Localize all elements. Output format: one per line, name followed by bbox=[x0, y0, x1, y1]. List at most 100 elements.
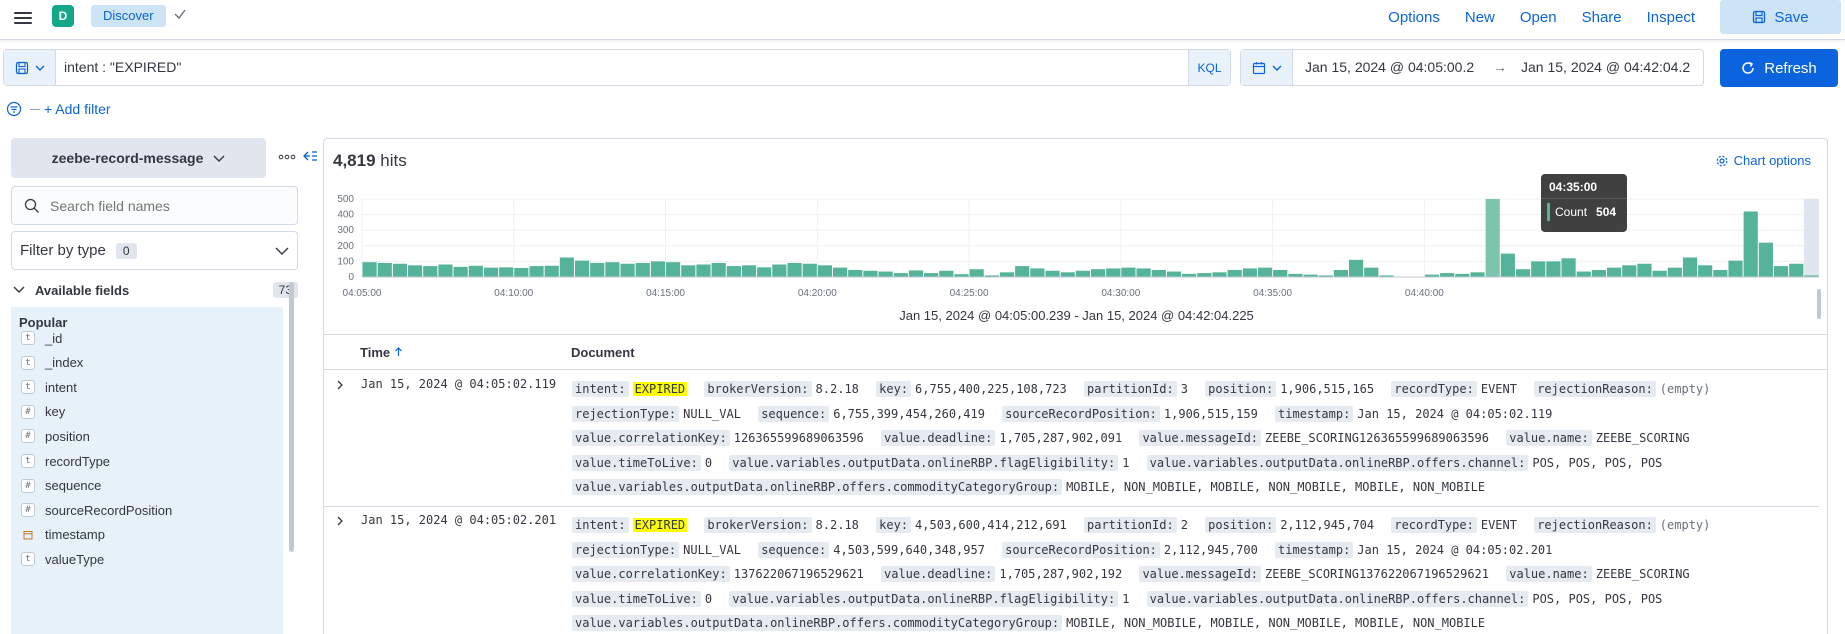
histogram-bar[interactable] bbox=[453, 266, 468, 277]
histogram-bar[interactable] bbox=[1743, 211, 1758, 277]
histogram-bar[interactable] bbox=[605, 262, 620, 277]
histogram-bar[interactable] bbox=[590, 262, 605, 277]
field-item[interactable]: t _index bbox=[21, 352, 83, 374]
histogram-bar[interactable] bbox=[681, 265, 696, 277]
histogram-bar[interactable] bbox=[848, 269, 863, 277]
histogram-bar[interactable] bbox=[969, 269, 984, 277]
histogram-bar[interactable] bbox=[1136, 268, 1151, 277]
sidebar-scrollbar[interactable] bbox=[289, 282, 294, 552]
histogram-bar[interactable] bbox=[1121, 267, 1136, 277]
field-item[interactable]: t _id bbox=[21, 327, 62, 349]
time-column-header[interactable]: Time bbox=[360, 345, 403, 360]
histogram-bar[interactable] bbox=[1698, 265, 1713, 277]
histogram-bar[interactable] bbox=[1166, 271, 1182, 277]
histogram-bar[interactable] bbox=[1713, 269, 1728, 277]
histogram-bar[interactable] bbox=[1546, 261, 1561, 277]
histogram-bar[interactable] bbox=[1106, 268, 1121, 277]
filter-by-type-button[interactable]: Filter by type 0 bbox=[11, 231, 298, 270]
field-item[interactable]: # sequence bbox=[21, 475, 101, 497]
histogram-bar[interactable] bbox=[1652, 270, 1667, 277]
field-item[interactable]: t intent bbox=[21, 376, 77, 398]
histogram-bar[interactable] bbox=[1607, 267, 1622, 277]
new-link[interactable]: New bbox=[1465, 9, 1495, 26]
histogram-bar[interactable] bbox=[650, 261, 666, 277]
histogram-bar[interactable] bbox=[1060, 272, 1075, 277]
histogram-bar[interactable] bbox=[757, 267, 772, 277]
histogram-bar[interactable] bbox=[1758, 242, 1773, 277]
histogram-bar[interactable] bbox=[362, 262, 377, 277]
histogram-bar[interactable] bbox=[863, 270, 878, 277]
histogram-bar[interactable] bbox=[711, 262, 726, 277]
query-input[interactable] bbox=[64, 50, 1184, 85]
field-search-input[interactable] bbox=[50, 187, 290, 224]
histogram-bar[interactable] bbox=[1197, 273, 1212, 277]
histogram-bar[interactable] bbox=[696, 264, 711, 277]
histogram-bar[interactable] bbox=[1773, 266, 1789, 277]
histogram-bar[interactable] bbox=[924, 273, 939, 277]
query-language-button[interactable]: KQL bbox=[1188, 50, 1230, 85]
expand-row-icon[interactable] bbox=[334, 515, 346, 527]
chart-options-button[interactable]: Chart options bbox=[1716, 153, 1811, 168]
histogram-bar[interactable] bbox=[1591, 269, 1607, 277]
histogram-bar[interactable] bbox=[1728, 260, 1743, 277]
histogram-bar[interactable] bbox=[1470, 272, 1485, 277]
breadcrumb-discover[interactable]: Discover bbox=[91, 5, 166, 27]
field-item[interactable]: # sourceRecordPosition bbox=[21, 499, 172, 521]
histogram-bar[interactable] bbox=[1531, 261, 1546, 277]
field-item[interactable]: t valueType bbox=[21, 548, 104, 570]
histogram-bar[interactable] bbox=[878, 271, 893, 277]
menu-icon[interactable] bbox=[14, 9, 32, 25]
histogram-bar[interactable] bbox=[1515, 269, 1531, 277]
date-start[interactable]: Jan 15, 2024 @ 04:05:00.2 bbox=[1305, 50, 1474, 85]
histogram-bar[interactable] bbox=[635, 262, 650, 277]
histogram-bar[interactable] bbox=[423, 266, 438, 277]
histogram-bar[interactable] bbox=[1227, 269, 1242, 277]
field-item[interactable]: # key bbox=[21, 401, 65, 423]
space-avatar[interactable]: D bbox=[52, 5, 74, 27]
field-item[interactable]: timestamp bbox=[21, 524, 105, 546]
histogram-bar[interactable] bbox=[1500, 253, 1515, 277]
histogram-bar[interactable] bbox=[408, 265, 423, 277]
histogram-bar[interactable] bbox=[1273, 269, 1288, 277]
histogram-bar[interactable] bbox=[1349, 259, 1364, 277]
histogram-bar[interactable] bbox=[1789, 263, 1804, 277]
field-item[interactable]: # position bbox=[21, 425, 90, 447]
histogram-bar[interactable] bbox=[574, 260, 590, 277]
histogram-bar[interactable] bbox=[666, 262, 681, 277]
histogram-bar[interactable] bbox=[726, 266, 741, 277]
field-item[interactable]: t recordType bbox=[21, 450, 110, 472]
open-link[interactable]: Open bbox=[1520, 9, 1557, 26]
histogram-bar[interactable] bbox=[741, 265, 757, 277]
add-filter-button[interactable]: + Add filter bbox=[44, 101, 111, 117]
table-scrollbar[interactable] bbox=[1817, 289, 1821, 319]
histogram-bar[interactable] bbox=[1622, 265, 1637, 277]
histogram-bar[interactable] bbox=[438, 264, 453, 277]
histogram-bar[interactable] bbox=[772, 264, 787, 277]
histogram-bar[interactable] bbox=[908, 270, 924, 277]
histogram-bar[interactable] bbox=[1030, 268, 1045, 277]
histogram-bar[interactable] bbox=[1045, 270, 1060, 277]
histogram-bar[interactable] bbox=[1667, 267, 1682, 277]
histogram-bar[interactable] bbox=[832, 267, 848, 277]
more-options-icon[interactable] bbox=[278, 150, 296, 164]
collapse-sidebar-icon[interactable] bbox=[302, 148, 318, 164]
histogram-bar[interactable] bbox=[1333, 269, 1349, 277]
filter-icon[interactable] bbox=[6, 101, 22, 117]
histogram-bar[interactable] bbox=[529, 266, 544, 277]
refresh-button[interactable]: Refresh bbox=[1720, 49, 1838, 87]
histogram-bar[interactable] bbox=[1257, 267, 1273, 277]
histogram-bar[interactable] bbox=[1682, 257, 1698, 278]
histogram-bar[interactable] bbox=[483, 267, 499, 277]
histogram-bar[interactable] bbox=[999, 272, 1015, 277]
histogram-bar[interactable] bbox=[787, 262, 802, 277]
histogram-bar[interactable] bbox=[893, 273, 908, 277]
expand-row-icon[interactable] bbox=[334, 379, 346, 391]
date-quick-menu-button[interactable] bbox=[1241, 50, 1293, 85]
histogram-bar[interactable] bbox=[392, 263, 408, 277]
date-end[interactable]: Jan 15, 2024 @ 04:42:04.2 bbox=[1521, 50, 1690, 85]
histogram-bar[interactable] bbox=[377, 262, 392, 277]
sort-ascending-icon[interactable] bbox=[394, 347, 403, 357]
histogram-bar[interactable] bbox=[514, 267, 529, 277]
histogram-bar[interactable] bbox=[939, 270, 954, 277]
saved-query-button[interactable] bbox=[4, 50, 56, 85]
